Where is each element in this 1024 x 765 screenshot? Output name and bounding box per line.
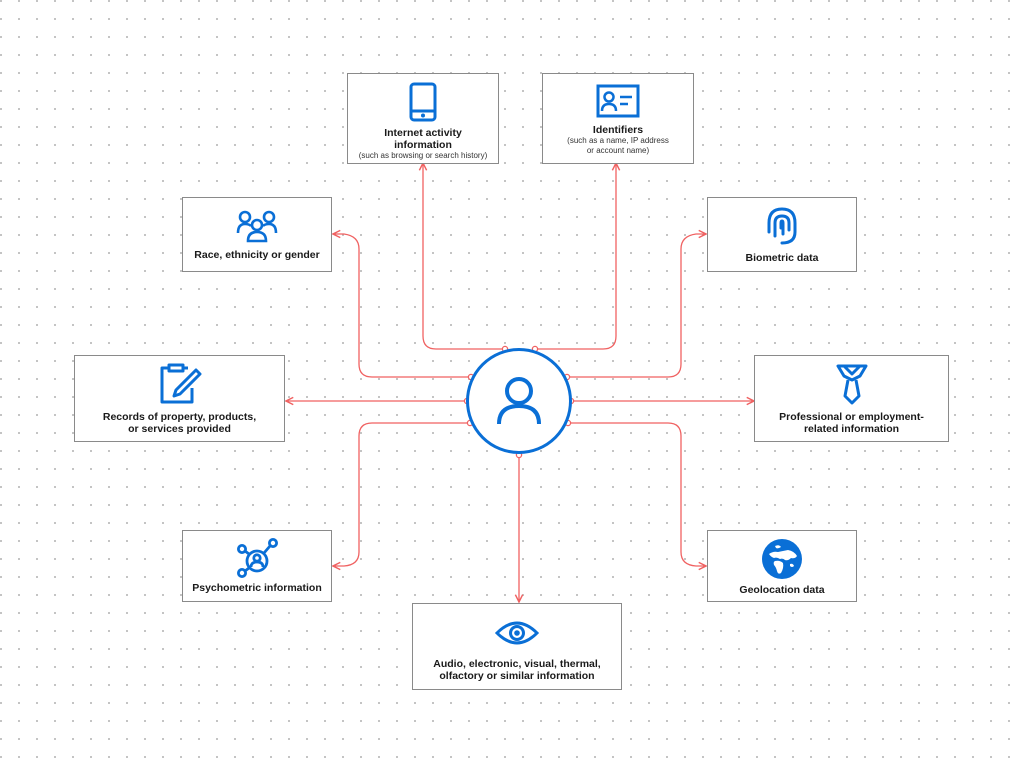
- node-records-property[interactable]: Records of property, products, or servic…: [74, 355, 285, 442]
- node-title: Race, ethnicity or gender: [194, 249, 320, 261]
- node-professional-employment[interactable]: Professional or employment-related infor…: [754, 355, 949, 442]
- node-title: Geolocation data: [739, 584, 825, 596]
- eye-icon: [495, 621, 539, 645]
- node-biometric-data[interactable]: Biometric data: [707, 197, 857, 272]
- node-title: Biometric data: [745, 252, 819, 264]
- connector-race: [333, 234, 471, 378]
- globe-icon: [762, 539, 802, 579]
- node-title: Professional or employment-related infor…: [779, 411, 924, 435]
- fingerprint-icon: [767, 207, 797, 245]
- connector-psychometric: [333, 422, 470, 566]
- connector-identifiers: [535, 163, 616, 350]
- clipboard-pencil-icon: [160, 363, 201, 404]
- node-race-ethnicity-gender[interactable]: Race, ethnicity or gender: [182, 197, 332, 272]
- connector-internet: [423, 163, 505, 350]
- node-title: Psychometric information: [192, 582, 322, 594]
- node-title: Internet activity information: [384, 127, 462, 151]
- id-card-icon: [596, 84, 640, 118]
- node-title: Audio, electronic, visual, thermal, olfa…: [433, 658, 601, 682]
- node-psychometric[interactable]: Psychometric information: [182, 530, 332, 602]
- node-audio-visual[interactable]: Audio, electronic, visual, thermal, olfa…: [412, 603, 622, 690]
- node-title: Identifiers: [592, 124, 644, 136]
- node-subtitle: (such as browsing or search history): [358, 151, 488, 160]
- node-geolocation[interactable]: Geolocation data: [707, 530, 857, 602]
- node-subtitle: (such as a name, IP address or account n…: [567, 136, 669, 155]
- node-internet-activity[interactable]: Internet activity information (such as b…: [347, 73, 499, 164]
- network-person-icon: [237, 538, 278, 578]
- necktie-icon: [836, 364, 867, 405]
- tablet-icon: [409, 82, 437, 122]
- node-title: Records of property, products, or servic…: [102, 411, 257, 435]
- user-icon: [497, 377, 541, 425]
- connector-biometric: [567, 234, 706, 378]
- connector-geolocation: [568, 422, 706, 566]
- center-user-node[interactable]: [466, 348, 572, 454]
- node-identifiers[interactable]: Identifiers (such as a name, IP address …: [542, 73, 694, 164]
- people-group-icon: [236, 210, 278, 243]
